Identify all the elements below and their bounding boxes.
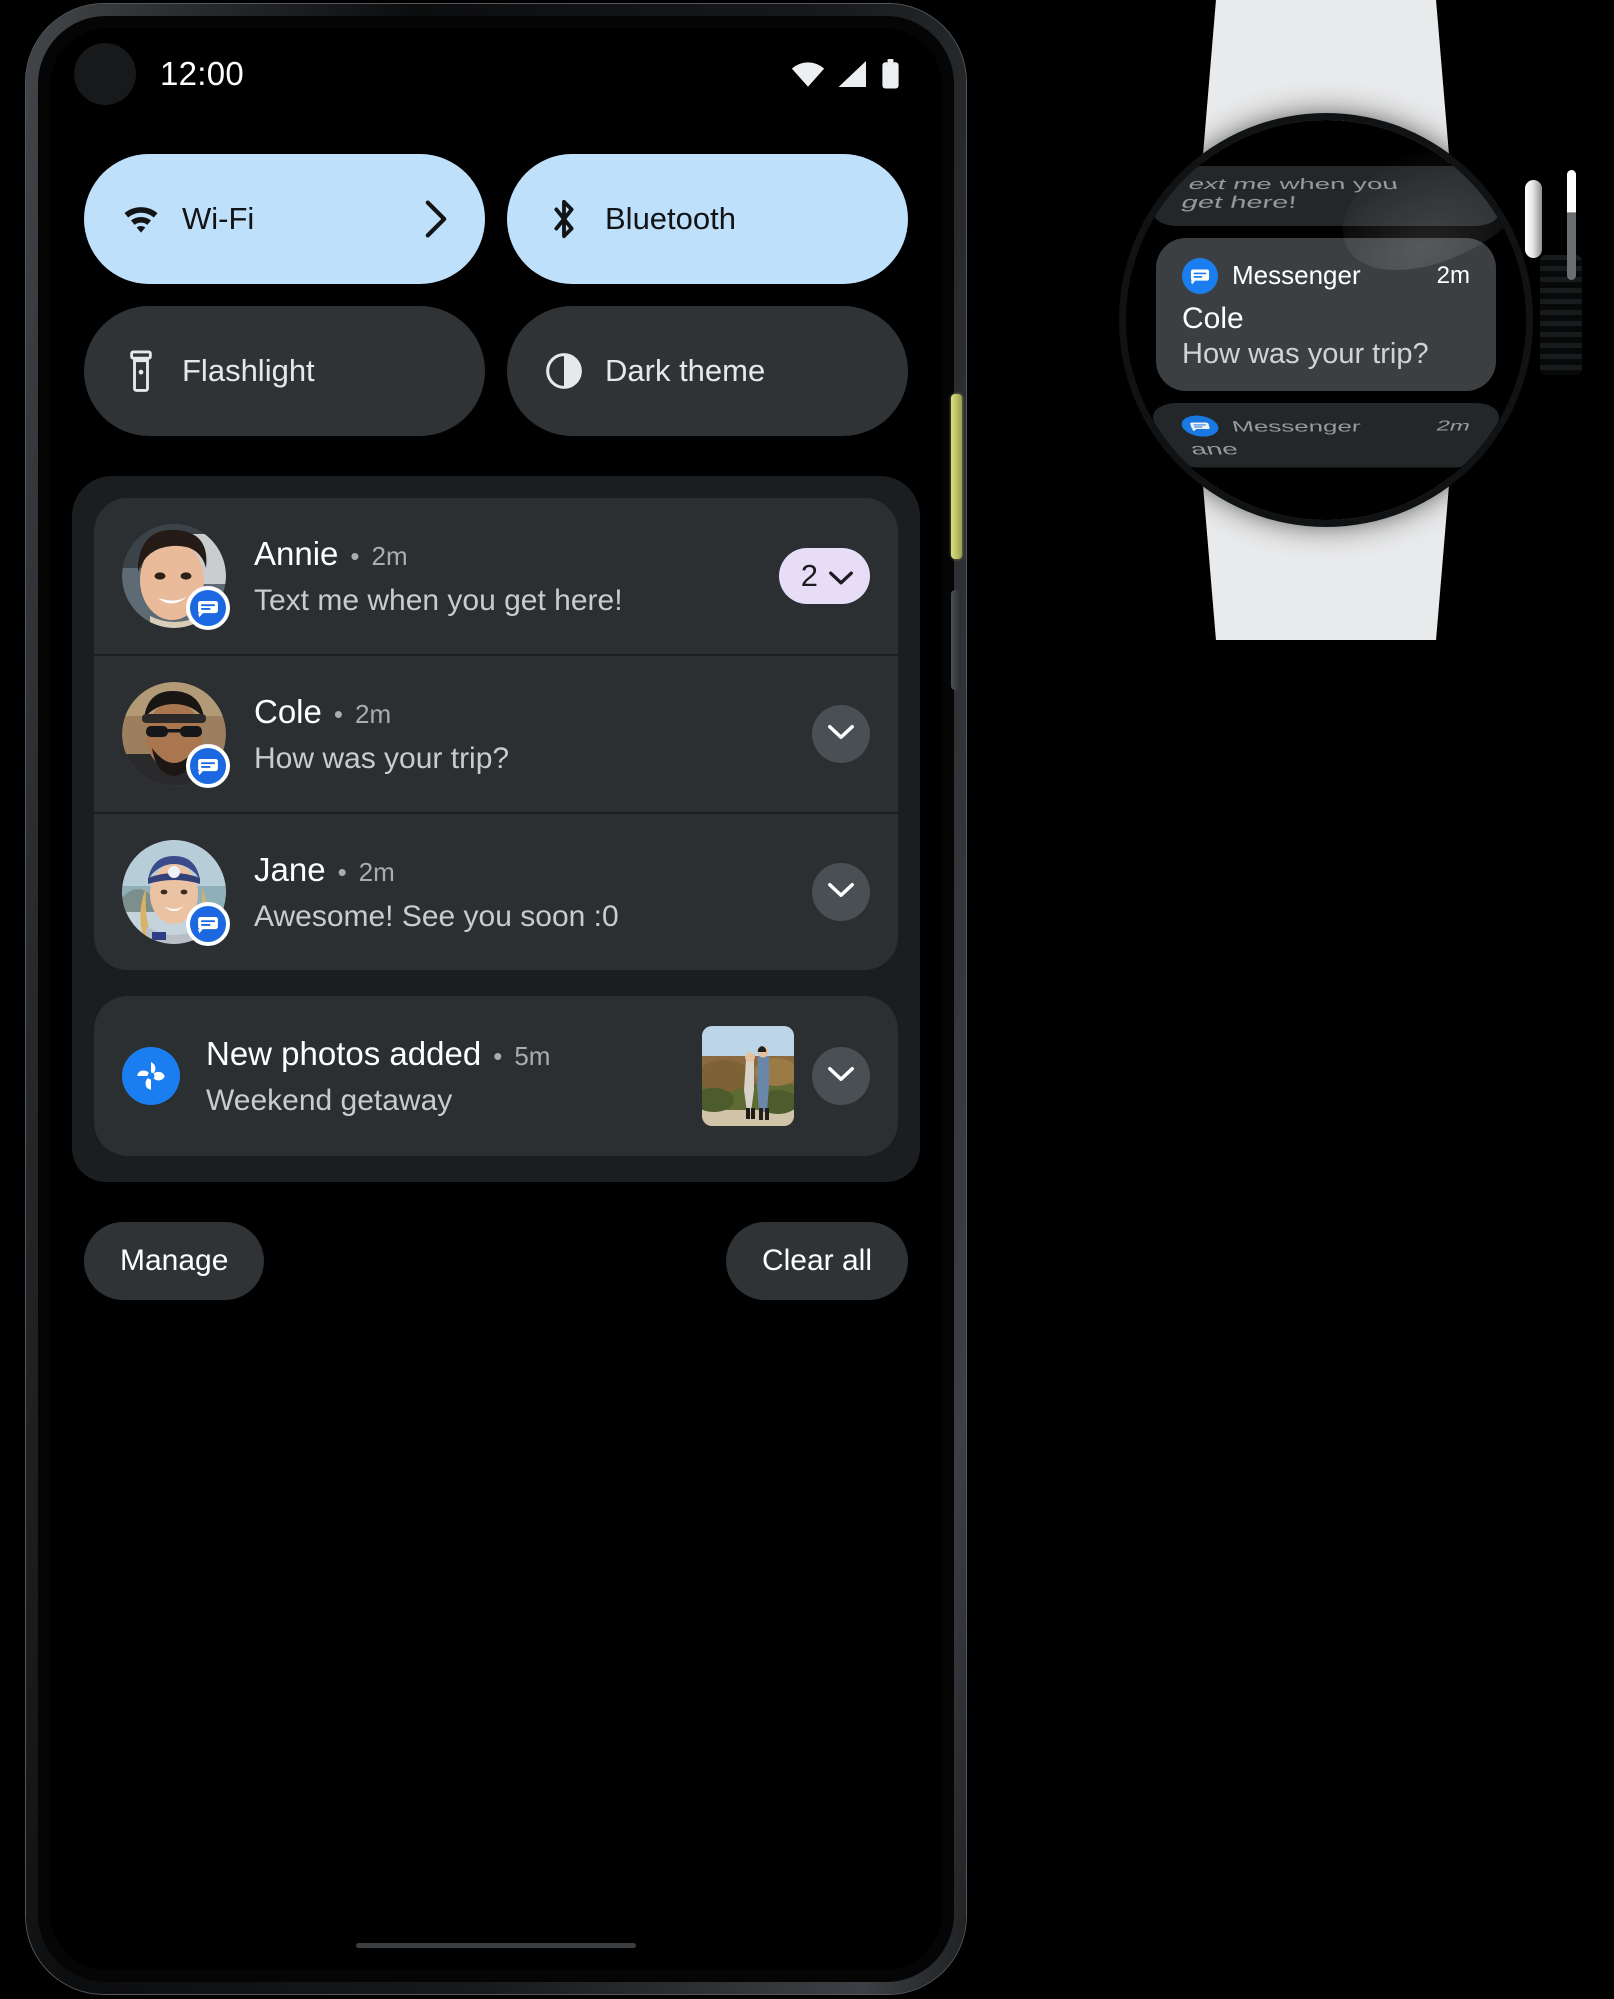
bluetooth-icon (543, 198, 585, 240)
notification-time: 2m (371, 540, 408, 571)
notification-sender: Jane (254, 850, 326, 888)
messenger-icon (1178, 415, 1221, 437)
notification-sender: Annie (254, 534, 339, 572)
notification-message: Awesome! See you soon :0 (254, 899, 619, 933)
qs-tile-bluetooth[interactable]: Bluetooth (507, 154, 908, 284)
watch-notification-above[interactable]: еxt me when you get here! (1145, 166, 1507, 226)
watch-app-name: Messenger (1232, 260, 1361, 291)
watch-notification-time: 2m (1434, 417, 1473, 434)
watch-notification-message: How was your trip? (1182, 337, 1429, 370)
messenger-icon (186, 744, 230, 788)
manage-button[interactable]: Manage (84, 1222, 265, 1300)
messenger-icon (186, 586, 230, 630)
notification-header: Cole • 2m (254, 693, 794, 731)
avatar (122, 682, 230, 788)
flashlight-icon (120, 350, 162, 392)
watch-partial-line-2: get here! (1178, 193, 1298, 213)
notification-separator: • (350, 540, 360, 571)
notification-row[interactable]: Jane • 2m Awesome! See you soon :0 (94, 812, 898, 970)
expand-button[interactable] (812, 1047, 870, 1105)
watch-screen: еxt me when you get here! Messenger 2m C… (1126, 120, 1526, 520)
avatar (122, 524, 230, 630)
chevron-down-icon (827, 881, 855, 904)
smartwatch-device: еxt me when you get here! Messenger 2m C… (1056, 0, 1596, 640)
chevron-down-icon (827, 723, 855, 746)
notification-count: 2 (800, 558, 818, 593)
notification-separator: • (333, 698, 343, 729)
phone-bezel: 12:00 Wi-Fi Bluetooth Flashlight Dark th… (38, 16, 954, 1982)
notification-actions: Manage Clear all (50, 1182, 942, 1300)
notification-header: New photos added • 5m (206, 1035, 688, 1073)
wifi-icon (791, 61, 825, 87)
watch-notification-header: Messenger 2m (1178, 415, 1474, 437)
chevron-down-icon (827, 1065, 855, 1088)
status-bar: 12:00 (50, 28, 942, 120)
contrast-icon (543, 352, 585, 390)
wifi-icon (120, 204, 162, 234)
notification-content: New photos added • 5m Weekend getaway (206, 1035, 688, 1118)
watch-notification-title: Cole (1182, 301, 1244, 335)
volume-button[interactable] (951, 590, 961, 690)
notification-content: Jane • 2m Awesome! See you soon :0 (254, 851, 794, 934)
notification-content: Annie • 2m Text me when you get here! (254, 535, 761, 618)
power-button[interactable] (951, 394, 962, 559)
qs-tile-wifi[interactable]: Wi-Fi (84, 154, 485, 284)
notification-title: New photos added (206, 1034, 482, 1072)
notification-time: 2m (354, 698, 392, 729)
quick-settings-tiles: Wi-Fi Bluetooth Flashlight Dark theme (50, 120, 942, 436)
qs-tile-label: Dark theme (605, 353, 766, 388)
watch-scroll-indicator[interactable] (1567, 170, 1576, 280)
notification-separator: • (493, 1040, 503, 1071)
front-camera-punch-hole (74, 43, 136, 105)
conversation-notification-group: Annie • 2m Text me when you get here! 2 (94, 498, 898, 970)
qs-tile-label: Wi-Fi (182, 201, 255, 236)
messenger-icon (186, 902, 230, 946)
watch-notification-header: Messenger 2m (1182, 257, 1470, 294)
avatar (122, 840, 230, 946)
watch-case: еxt me when you get here! Messenger 2m C… (1126, 120, 1526, 520)
watch-notification-main[interactable]: Messenger 2m Cole How was your trip? (1156, 237, 1496, 391)
phone-screen: 12:00 Wi-Fi Bluetooth Flashlight Dark th… (50, 28, 942, 1970)
notification-row[interactable]: Annie • 2m Text me when you get here! 2 (94, 498, 898, 654)
clear-all-button[interactable]: Clear all (725, 1222, 908, 1300)
watch-notification-time: 2m (1436, 261, 1470, 289)
notification-content: Cole • 2m How was your trip? (254, 693, 794, 776)
notification-time: 5m (514, 1040, 551, 1071)
chevron-down-icon (828, 558, 854, 594)
expand-button[interactable] (812, 863, 870, 921)
google-photos-icon (122, 1047, 180, 1105)
notification-sender: Cole (254, 692, 322, 730)
qs-tile-dark-theme[interactable]: Dark theme (507, 306, 908, 436)
battery-icon (881, 59, 900, 89)
watch-crown[interactable] (1525, 180, 1542, 258)
notification-message: Text me when you get here! (254, 583, 623, 617)
notification-row-photos[interactable]: New photos added • 5m Weekend getaway (94, 996, 898, 1156)
notification-subtitle: Weekend getaway (206, 1083, 453, 1117)
notification-header: Annie • 2m (254, 535, 761, 573)
home-indicator[interactable] (356, 1943, 636, 1948)
notification-time: 2m (358, 856, 395, 887)
messenger-icon (1182, 257, 1218, 294)
status-bar-icons (791, 59, 900, 89)
notification-separator: • (337, 856, 347, 887)
status-bar-clock: 12:00 (160, 55, 245, 92)
qs-tile-label: Flashlight (182, 353, 315, 388)
notification-header: Jane • 2m (254, 851, 794, 889)
qs-tile-flashlight[interactable]: Flashlight (84, 306, 485, 436)
notification-thumbnail (702, 1026, 794, 1126)
watch-notification-title: ane (1187, 440, 1240, 458)
screenshot-stage: 12:00 Wi-Fi Bluetooth Flashlight Dark th… (0, 0, 1614, 1999)
cell-signal-icon (838, 61, 868, 87)
watch-notification-below[interactable]: Messenger 2m ane (1145, 402, 1507, 468)
notification-count-expand-badge[interactable]: 2 (778, 548, 870, 604)
notification-shade: Annie • 2m Text me when you get here! 2 (72, 476, 920, 1182)
notification-message: How was your trip? (254, 741, 510, 775)
qs-tile-label: Bluetooth (605, 201, 736, 236)
watch-partial-line-1: еxt me when you (1185, 176, 1400, 194)
notification-row[interactable]: Cole • 2m How was your trip? (94, 654, 898, 812)
expand-button[interactable] (812, 705, 870, 763)
phone-device: 12:00 Wi-Fi Bluetooth Flashlight Dark th… (26, 4, 966, 1994)
watch-app-name: Messenger (1229, 417, 1362, 435)
chevron-right-icon[interactable] (423, 199, 449, 239)
